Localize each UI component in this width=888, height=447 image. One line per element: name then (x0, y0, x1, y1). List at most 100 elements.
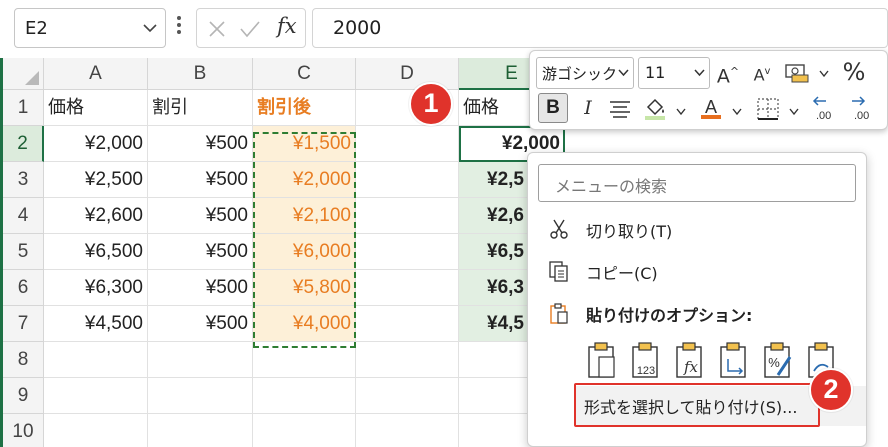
cell-d4[interactable] (356, 198, 459, 234)
cell-b8[interactable] (148, 342, 253, 378)
cut-menu-item[interactable]: 切り取り(T) (528, 209, 866, 249)
increase-decimal-icon[interactable]: .00 (812, 95, 842, 123)
cell-c6[interactable]: ¥5,800 (253, 270, 356, 306)
cell-a6[interactable]: ¥6,300 (44, 270, 148, 306)
chevron-down-icon (694, 69, 705, 77)
increase-font-size-button[interactable]: A^ (714, 57, 742, 87)
menu-search-input[interactable]: メニューの検索 (538, 164, 856, 202)
chevron-down-icon[interactable] (789, 108, 799, 116)
chevron-down-icon (618, 69, 629, 77)
number-format-icon[interactable] (784, 61, 810, 83)
cell-c2[interactable]: ¥1,500 (253, 126, 356, 162)
cell-b7[interactable]: ¥500 (148, 306, 253, 342)
cell-a4[interactable]: ¥2,600 (44, 198, 148, 234)
name-box[interactable]: E2 (14, 8, 166, 48)
more-options-icon[interactable] (176, 16, 182, 38)
paste-transpose-icon[interactable] (716, 339, 750, 379)
cell-c4[interactable]: ¥2,100 (253, 198, 356, 234)
column-header-b[interactable]: B (148, 58, 253, 90)
cell-a7[interactable]: ¥4,500 (44, 306, 148, 342)
insert-function-button[interactable]: fx (277, 14, 297, 38)
cell-b10[interactable] (148, 414, 253, 447)
clipboard-icon (550, 303, 568, 324)
cell-b3[interactable]: ¥500 (148, 162, 253, 198)
cell-a1[interactable]: 価格 (44, 90, 148, 126)
cell-b1[interactable]: 割引 (148, 90, 253, 126)
italic-button[interactable]: I (574, 93, 602, 123)
select-all-button[interactable] (3, 58, 44, 90)
cell-a5[interactable]: ¥6,500 (44, 234, 148, 270)
cell-d9[interactable] (356, 378, 459, 414)
paste-formulas-icon[interactable]: fx (672, 339, 706, 379)
cell-c3[interactable]: ¥2,000 (253, 162, 356, 198)
align-center-icon[interactable] (608, 99, 632, 119)
chevron-down-icon[interactable] (676, 108, 686, 116)
cell-b9[interactable] (148, 378, 253, 414)
decrease-font-size-button[interactable]: Av (748, 57, 776, 87)
enter-icon[interactable] (239, 19, 261, 39)
copy-menu-item[interactable]: コピー(C) (528, 251, 866, 291)
cell-d5[interactable] (356, 234, 459, 270)
cancel-icon[interactable] (207, 19, 227, 39)
paste-options-header: 貼り付けのオプション: (528, 293, 866, 333)
row-header-3[interactable]: 3 (3, 162, 44, 198)
row-header-9[interactable]: 9 (3, 378, 44, 414)
row-header-2[interactable]: 2 (3, 126, 44, 162)
row-header-5[interactable]: 5 (3, 234, 44, 270)
font-size-select[interactable]: 11 (638, 57, 710, 89)
row-header-4[interactable]: 4 (3, 198, 44, 234)
cut-label: 切り取り(T) (586, 222, 673, 241)
cell-c8[interactable] (253, 342, 356, 378)
grow-font-icon: A (716, 65, 730, 88)
cell-c5[interactable]: ¥6,000 (253, 234, 356, 270)
cell-c9[interactable] (253, 378, 356, 414)
paste-formatting-icon[interactable]: % (760, 339, 794, 379)
name-box-value: E2 (25, 18, 48, 39)
cell-d6[interactable] (356, 270, 459, 306)
formula-value: 2000 (333, 17, 382, 39)
cell-b5[interactable]: ¥500 (148, 234, 253, 270)
row-header-1[interactable]: 1 (3, 90, 44, 126)
cell-a10[interactable] (44, 414, 148, 447)
cell-d3[interactable] (356, 162, 459, 198)
cell-a8[interactable] (44, 342, 148, 378)
column-header-a[interactable]: A (44, 58, 148, 90)
row-header-6[interactable]: 6 (3, 270, 44, 306)
paste-special-label: 形式を選択して貼り付け(S)... (584, 398, 798, 417)
paste-values-icon[interactable]: 123 (628, 339, 662, 379)
formula-input[interactable]: 2000 (312, 8, 888, 48)
chevron-down-icon[interactable] (732, 108, 742, 116)
cell-a3[interactable]: ¥2,500 (44, 162, 148, 198)
cell-b2[interactable]: ¥500 (148, 126, 253, 162)
fill-color-icon[interactable] (642, 95, 668, 121)
font-name-select[interactable]: 游ゴシック (536, 57, 634, 89)
cell-c1[interactable]: 割引後 (253, 90, 356, 126)
paste-icon[interactable] (584, 339, 618, 379)
svg-text:.00: .00 (854, 110, 869, 122)
copy-icon (549, 261, 568, 282)
cell-d8[interactable] (356, 342, 459, 378)
chevron-down-icon[interactable] (819, 70, 829, 78)
row-header-8[interactable]: 8 (3, 342, 44, 378)
cell-d10[interactable] (356, 414, 459, 447)
bold-button[interactable]: B (538, 93, 568, 123)
percent-style-button[interactable]: % (840, 57, 868, 87)
cell-a2[interactable]: ¥2,000 (44, 126, 148, 162)
font-color-icon[interactable]: A (698, 95, 724, 121)
cell-b6[interactable]: ¥500 (148, 270, 253, 306)
cell-c10[interactable] (253, 414, 356, 447)
svg-text:.00: .00 (816, 110, 831, 122)
svg-text:123: 123 (637, 365, 655, 377)
cell-c7[interactable]: ¥4,000 (253, 306, 356, 342)
row-header-10[interactable]: 10 (3, 414, 44, 447)
borders-icon[interactable] (756, 97, 780, 121)
step-2-badge: 2 (809, 368, 853, 412)
cell-d7[interactable] (356, 306, 459, 342)
cell-d2[interactable] (356, 126, 459, 162)
chevron-down-icon[interactable] (143, 23, 157, 33)
cell-b4[interactable]: ¥500 (148, 198, 253, 234)
row-header-7[interactable]: 7 (3, 306, 44, 342)
decrease-decimal-icon[interactable]: .00 (848, 95, 878, 123)
column-header-c[interactable]: C (253, 58, 356, 90)
cell-a9[interactable] (44, 378, 148, 414)
